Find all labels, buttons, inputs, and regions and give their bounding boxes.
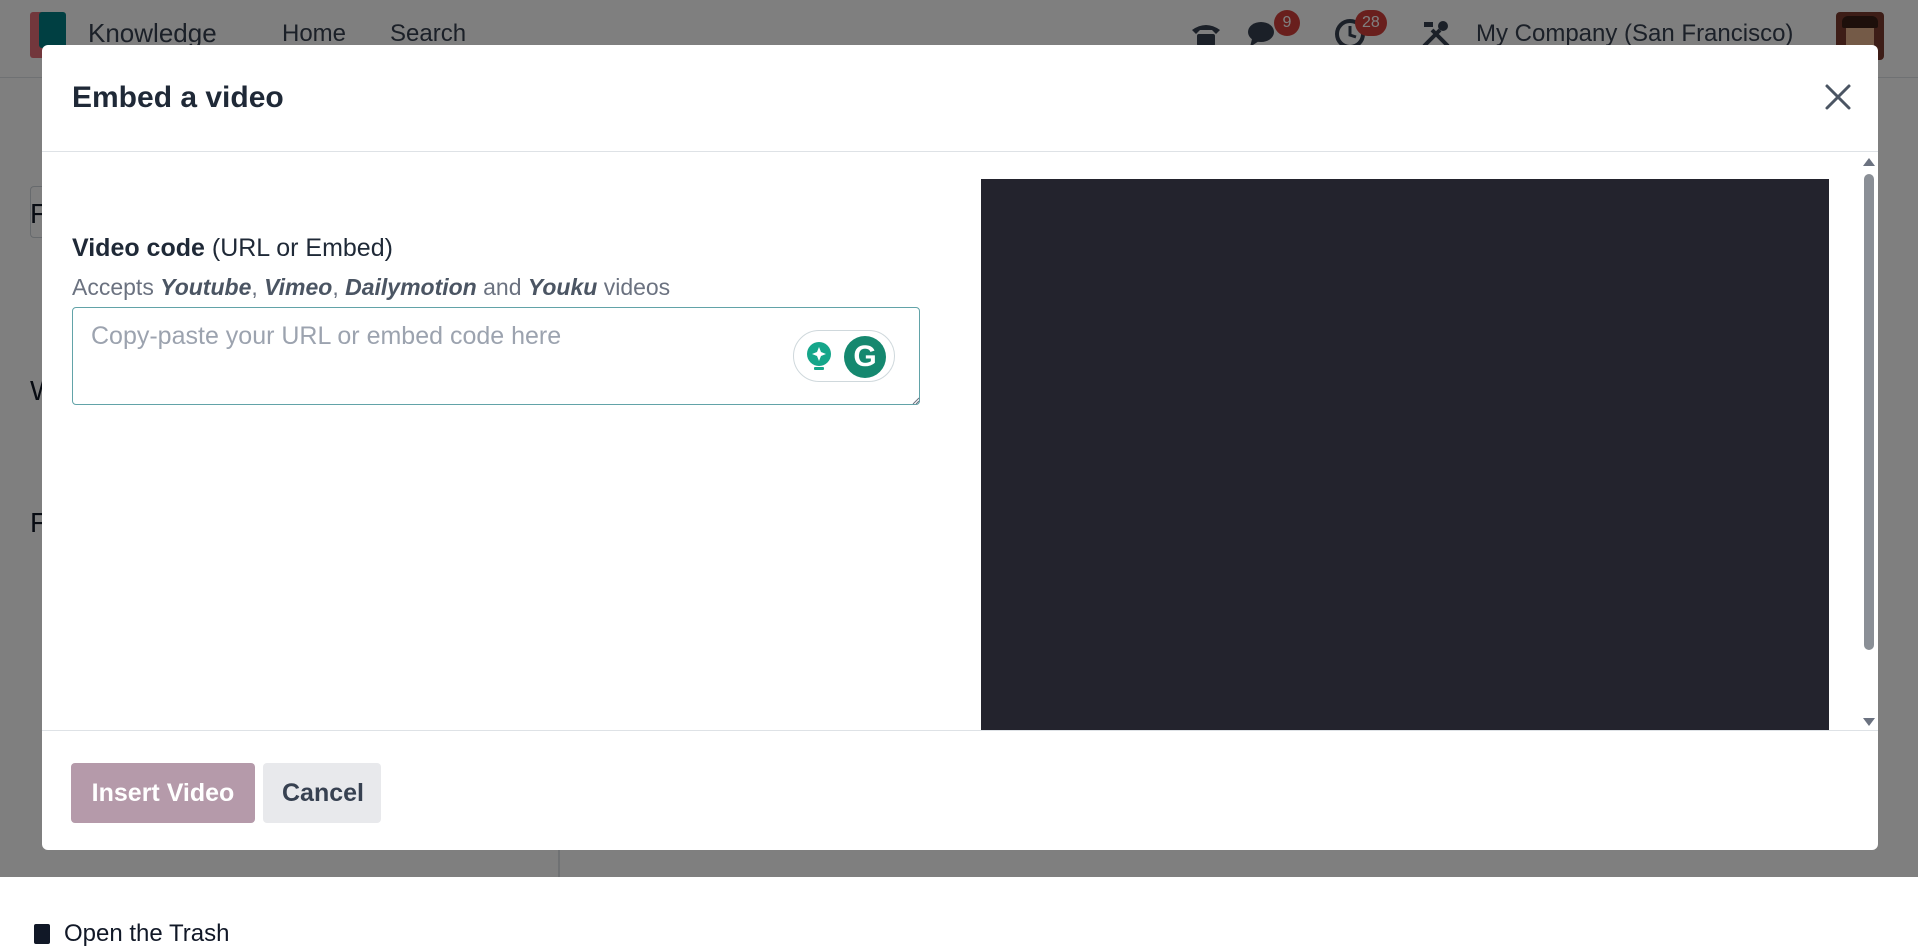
source-vimeo: Vimeo [264, 274, 333, 300]
dialog-header: Embed a video [42, 45, 1878, 152]
dialog-footer: Insert Video Cancel [42, 730, 1878, 850]
lightbulb-icon[interactable] [804, 341, 834, 373]
dialog-scrollbar[interactable] [1860, 152, 1878, 730]
grammarly-logo-icon[interactable]: G [844, 336, 886, 378]
scroll-down-arrow-icon[interactable] [1863, 718, 1875, 726]
insert-video-button[interactable]: Insert Video [71, 763, 255, 823]
video-preview [981, 179, 1829, 730]
accepted-sources-help: Accepts Youtube, Vimeo, Dailymotion and … [72, 274, 671, 300]
scrollbar-thumb[interactable] [1864, 174, 1874, 650]
resize-handle-icon[interactable] [910, 395, 920, 405]
dialog-title: Embed a video [72, 81, 284, 114]
trash-icon [34, 924, 50, 944]
cancel-button[interactable]: Cancel [263, 763, 381, 823]
grammarly-widget[interactable]: G [793, 330, 895, 382]
scroll-up-arrow-icon[interactable] [1863, 158, 1875, 166]
source-dailymotion: Dailymotion [345, 274, 477, 300]
close-icon[interactable] [1818, 77, 1858, 117]
source-youtube: Youtube [160, 274, 252, 300]
dialog-body: Video code (URL or Embed) Accepts Youtub… [42, 152, 1878, 730]
open-trash-link[interactable]: Open the Trash [34, 920, 229, 948]
embed-video-dialog: Embed a video Video code (URL or Embed) … [42, 45, 1878, 850]
video-code-label: Video code (URL or Embed) [72, 234, 393, 262]
source-youku: Youku [527, 274, 598, 300]
open-trash-label: Open the Trash [64, 920, 230, 947]
